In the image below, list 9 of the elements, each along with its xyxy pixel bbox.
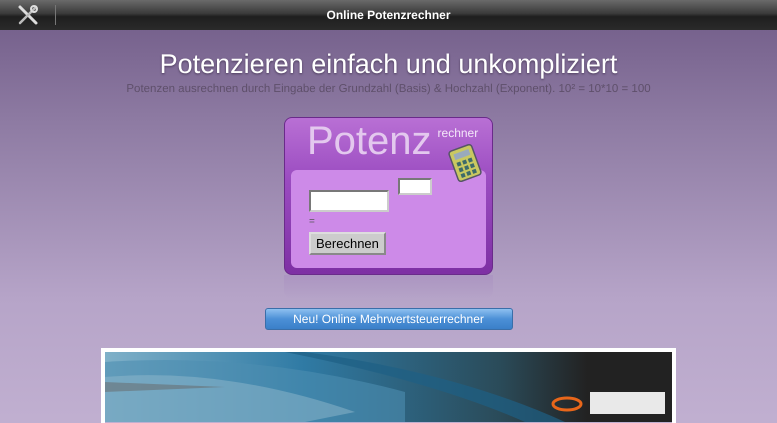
page-title: Online Potenzrechner — [326, 8, 451, 22]
tools-icon[interactable] — [17, 4, 39, 26]
logo-text: Potenz — [307, 118, 432, 164]
logo-superscript: rechner — [438, 126, 478, 140]
base-input[interactable] — [309, 190, 389, 212]
heading: Potenzieren einfach und unkompliziert — [160, 48, 618, 80]
result-text: = — [309, 216, 315, 226]
exponent-input[interactable] — [398, 178, 432, 194]
calculate-button[interactable]: Berechnen — [309, 232, 386, 254]
